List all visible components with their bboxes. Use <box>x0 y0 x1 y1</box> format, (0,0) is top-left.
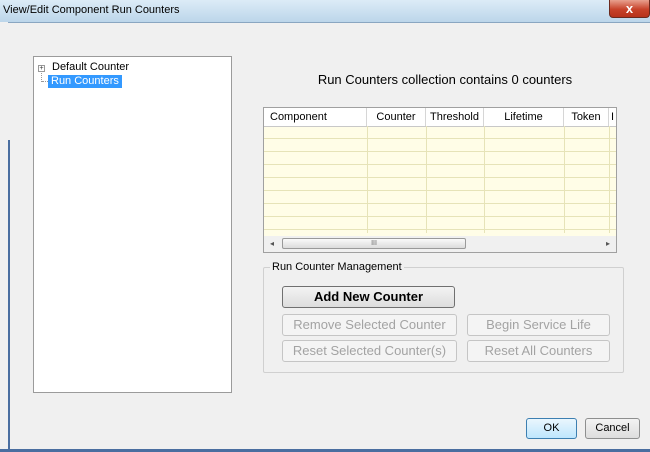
remove-selected-counter-button[interactable]: Remove Selected Counter <box>282 314 457 336</box>
tree-item-default-counter[interactable]: Default Counter <box>52 61 129 74</box>
title-bar: View/Edit Component Run Counters x <box>0 0 650 23</box>
scroll-right-icon[interactable]: ▸ <box>600 236 616 252</box>
tree-expand-icon[interactable]: + <box>38 65 45 72</box>
ok-button[interactable]: OK <box>526 418 577 439</box>
grid-column-divider <box>367 126 368 233</box>
counters-grid[interactable]: Component Counter Threshold Lifetime Tok… <box>263 107 617 253</box>
reset-selected-counters-button[interactable]: Reset Selected Counter(s) <box>282 340 457 362</box>
column-header-lifetime[interactable]: Lifetime <box>484 108 564 126</box>
group-title: Run Counter Management <box>270 261 404 273</box>
tree-item-run-counters[interactable]: Run Counters <box>48 75 122 88</box>
scroll-left-icon[interactable]: ◂ <box>264 236 280 252</box>
grid-column-divider <box>426 126 427 233</box>
close-button[interactable]: x <box>609 0 650 18</box>
column-header-truncated[interactable]: I <box>609 108 616 126</box>
window-left-border <box>8 140 10 452</box>
collection-header: Run Counters collection contains 0 count… <box>317 72 573 87</box>
grid-column-divider <box>564 126 565 233</box>
grid-column-divider <box>484 126 485 233</box>
column-header-component[interactable]: Component <box>264 108 367 126</box>
column-header-counter[interactable]: Counter <box>367 108 426 126</box>
add-new-counter-button[interactable]: Add New Counter <box>282 286 455 308</box>
scroll-thumb[interactable]: III <box>282 238 466 249</box>
window-title: View/Edit Component Run Counters <box>3 4 180 16</box>
window-left-edge <box>0 22 8 452</box>
close-icon: x <box>625 1 634 16</box>
column-header-threshold[interactable]: Threshold <box>426 108 484 126</box>
grid-header-row: Component Counter Threshold Lifetime Tok… <box>264 108 616 127</box>
counter-tree[interactable]: + Default Counter Run Counters <box>33 56 232 393</box>
reset-all-counters-button[interactable]: Reset All Counters <box>467 340 610 362</box>
cancel-button[interactable]: Cancel <box>585 418 640 439</box>
column-header-token[interactable]: Token <box>564 108 609 126</box>
dialog-window: View/Edit Component Run Counters x + Def… <box>0 0 650 452</box>
grid-horizontal-scrollbar[interactable]: ◂ III ▸ <box>264 236 616 252</box>
grid-column-divider <box>609 126 610 233</box>
begin-service-life-button[interactable]: Begin Service Life <box>467 314 610 336</box>
